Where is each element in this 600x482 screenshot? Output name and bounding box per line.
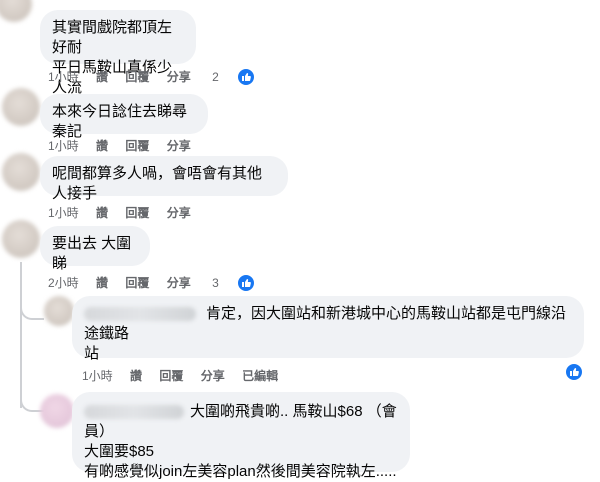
comment-actions: 1小時 讚 回覆 分享 2 — [48, 67, 284, 87]
comment-text: 其實間戲院都頂左好耐 — [52, 19, 173, 56]
reaction-count: 3 — [212, 276, 219, 290]
like-icon[interactable] — [564, 362, 584, 382]
like-button[interactable]: 讚 — [96, 206, 108, 220]
share-button[interactable]: 分享 — [167, 139, 191, 153]
reply-button[interactable]: 回覆 — [159, 369, 183, 383]
reply-bubble: 大圍啲飛貴啲.. 馬鞍山$68 （會員） 大圍要$85 有啲感覺似join左美容… — [72, 392, 410, 480]
comment-bubble: 本來今日諗住去睇尋秦記 — [40, 94, 208, 140]
reply-text: 有啲感覺似join左美容plan然後間美容院執左..... — [84, 463, 397, 480]
timestamp[interactable]: 1小時 — [82, 369, 113, 383]
comment-bubble: 其實間戲院都頂左好耐 平日馬鞍山真係少人流 — [40, 10, 196, 96]
like-button[interactable]: 讚 — [96, 70, 108, 84]
like-button[interactable]: 讚 — [130, 369, 142, 383]
reply-bubble: 肯定，因大圍站和新港城中心的馬鞍山站都是屯門線沿途鐵路 站 — [72, 296, 584, 362]
comment-bubble: 要出去 大圍睇 — [40, 226, 150, 272]
reply-line: 大圍啲飛貴啲.. 馬鞍山$68 （會員） — [84, 402, 398, 442]
avatar[interactable] — [40, 394, 74, 428]
comment-bubble: 呢間都算多人喎，會唔會有其他人接手 — [40, 156, 288, 202]
timestamp[interactable]: 1小時 — [48, 70, 79, 84]
reply-actions: 1小時 讚 回覆 分享 已編輯 — [82, 367, 292, 384]
author-name[interactable] — [84, 307, 196, 322]
avatar[interactable] — [0, 0, 32, 22]
avatar[interactable] — [2, 153, 40, 191]
like-icon — [235, 273, 256, 293]
share-button[interactable]: 分享 — [167, 70, 191, 84]
comment-text: 呢間都算多人喎，會唔會有其他人接手 — [52, 165, 263, 202]
share-button[interactable]: 分享 — [167, 276, 191, 290]
author-name[interactable] — [84, 405, 184, 420]
thread-connector — [20, 296, 44, 320]
avatar[interactable] — [2, 220, 40, 258]
comment-actions: 2小時 讚 回覆 分享 3 — [48, 273, 284, 293]
comment-text: 要出去 大圍睇 — [52, 235, 132, 272]
like-icon — [235, 67, 256, 87]
avatar[interactable] — [2, 88, 40, 126]
edited-label[interactable]: 已編輯 — [242, 369, 278, 383]
timestamp[interactable]: 1小時 — [48, 139, 79, 153]
reply-line: 肯定，因大圍站和新港城中心的馬鞍山站都是屯門線沿途鐵路 — [84, 304, 572, 344]
reaction-summary[interactable]: 3 — [212, 273, 270, 293]
avatar[interactable] — [44, 296, 74, 326]
like-button[interactable]: 讚 — [96, 276, 108, 290]
comment-actions: 1小時 讚 回覆 分享 — [48, 137, 205, 154]
reply-button[interactable]: 回覆 — [125, 206, 149, 220]
share-button[interactable]: 分享 — [167, 206, 191, 220]
timestamp[interactable]: 2小時 — [48, 276, 79, 290]
reply-text: 站 — [84, 345, 100, 362]
comment-text: 本來今日諗住去睇尋秦記 — [52, 103, 188, 140]
reply-button[interactable]: 回覆 — [125, 139, 149, 153]
reaction-summary[interactable]: 2 — [212, 67, 270, 87]
reply-button[interactable]: 回覆 — [125, 276, 149, 290]
reaction-count: 2 — [212, 70, 219, 84]
like-button[interactable]: 讚 — [96, 139, 108, 153]
reply-button[interactable]: 回覆 — [125, 70, 149, 84]
timestamp[interactable]: 1小時 — [48, 206, 79, 220]
comment-actions: 1小時 讚 回覆 分享 — [48, 204, 205, 221]
share-button[interactable]: 分享 — [201, 369, 225, 383]
reply-text: 大圍要$85 — [84, 443, 155, 460]
